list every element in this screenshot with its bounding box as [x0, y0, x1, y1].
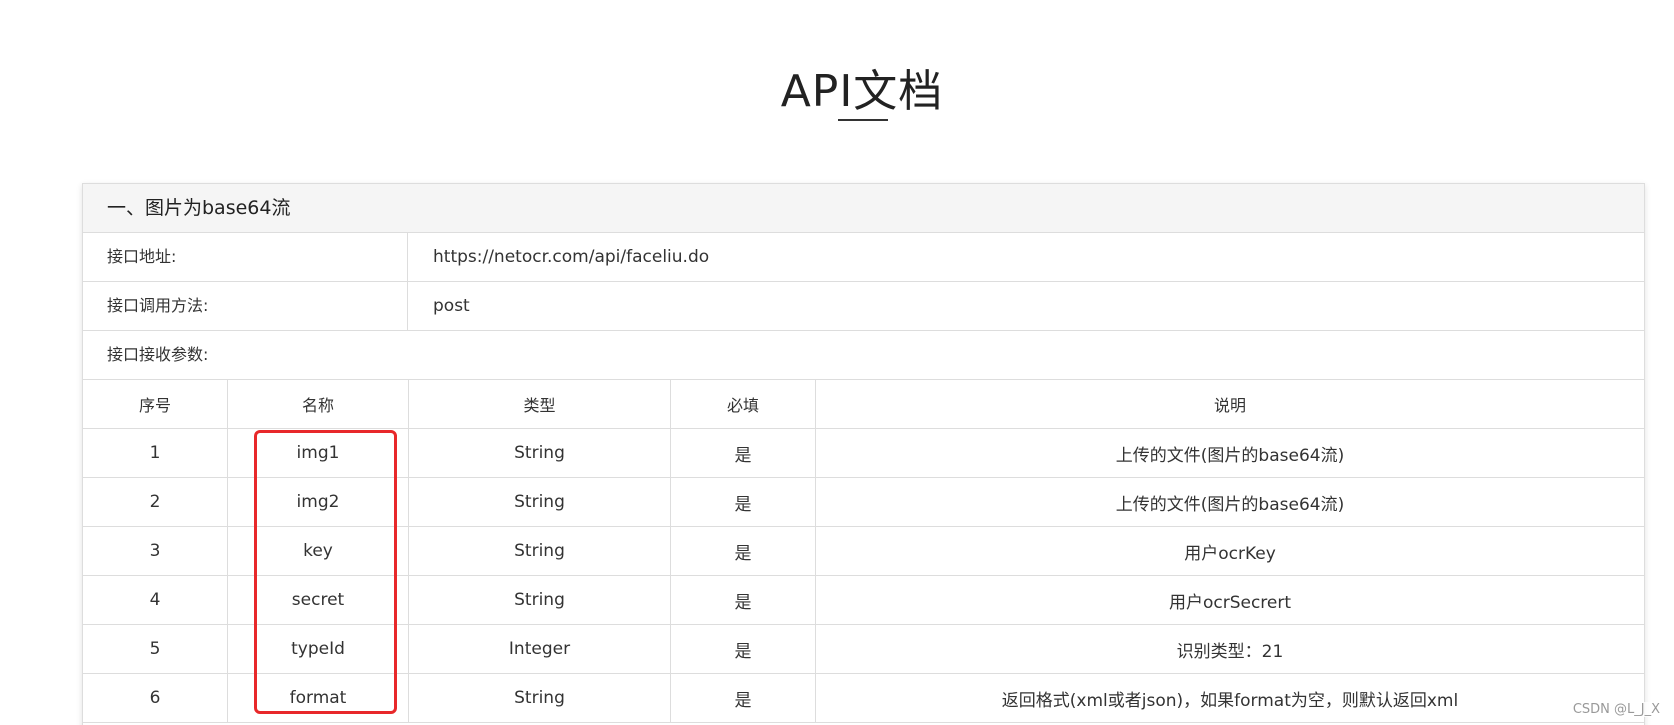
cell-description: 用户ocrSecrert [815, 575, 1644, 625]
cell-type: String [408, 673, 671, 723]
cell-index: 4 [83, 575, 228, 625]
cell-required: 是 [670, 673, 816, 723]
table-row: 6 format String 是 返回格式(xml或者json)，如果form… [83, 673, 1644, 723]
cell-name: img1 [227, 428, 409, 478]
table-row: 4 secret String 是 用户ocrSecrert [83, 575, 1644, 625]
api-section-card: 一、图片为base64流 接口地址: https://netocr.com/ap… [82, 183, 1645, 725]
table-header-row: 序号 名称 类型 必填 说明 [83, 380, 1644, 429]
params-label: 接口接收参数: [83, 331, 1644, 380]
endpoint-value: https://netocr.com/api/faceliu.do [433, 247, 710, 267]
cell-index: 3 [83, 526, 228, 576]
cell-description: 用户ocrKey [815, 526, 1644, 576]
cell-description: 返回格式(xml或者json)，如果format为空，则默认返回xml [815, 673, 1644, 723]
table-row: 3 key String 是 用户ocrKey [83, 526, 1644, 576]
header-name: 名称 [227, 380, 409, 429]
method-label: 接口调用方法: [83, 282, 408, 330]
cell-type: String [408, 477, 671, 527]
cell-index: 5 [83, 624, 228, 674]
cell-required: 是 [670, 477, 816, 527]
cell-type: String [408, 575, 671, 625]
table-row: 5 typeId Integer 是 识别类型：21 [83, 624, 1644, 674]
endpoint-row: 接口地址: https://netocr.com/api/faceliu.do [83, 233, 1644, 282]
watermark: CSDN @L_J_X [1572, 702, 1660, 717]
cell-name: typeId [227, 624, 409, 674]
method-row: 接口调用方法: post [83, 282, 1644, 331]
section-header: 一、图片为base64流 [83, 184, 1644, 233]
cell-description: 识别类型：21 [815, 624, 1644, 674]
endpoint-label: 接口地址: [83, 233, 408, 281]
cell-required: 是 [670, 575, 816, 625]
table-row: 2 img2 String 是 上传的文件(图片的base64流) [83, 477, 1644, 527]
cell-type: Integer [408, 624, 671, 674]
header-required: 必填 [670, 380, 816, 429]
cell-index: 2 [83, 477, 228, 527]
method-value: post [433, 296, 470, 316]
params-table: 序号 名称 类型 必填 说明 1 img1 String 是 上传的文件(图片的… [83, 380, 1644, 723]
cell-name: format [227, 673, 409, 723]
cell-required: 是 [670, 526, 816, 576]
cell-index: 1 [83, 428, 228, 478]
page-title: API文档 [780, 66, 944, 117]
cell-description: 上传的文件(图片的base64流) [815, 477, 1644, 527]
header-type: 类型 [408, 380, 671, 429]
cell-name: img2 [227, 477, 409, 527]
cell-type: String [408, 428, 671, 478]
cell-name: secret [227, 575, 409, 625]
cell-name: key [227, 526, 409, 576]
header-index: 序号 [83, 380, 228, 429]
header-description: 说明 [815, 380, 1644, 429]
cell-index: 6 [83, 673, 228, 723]
cell-description: 上传的文件(图片的base64流) [815, 428, 1644, 478]
page: API文档 一、图片为base64流 接口地址: https://netocr.… [0, 0, 1674, 725]
title-underline [838, 119, 888, 121]
cell-type: String [408, 526, 671, 576]
cell-required: 是 [670, 624, 816, 674]
table-row: 1 img1 String 是 上传的文件(图片的base64流) [83, 428, 1644, 478]
cell-required: 是 [670, 428, 816, 478]
